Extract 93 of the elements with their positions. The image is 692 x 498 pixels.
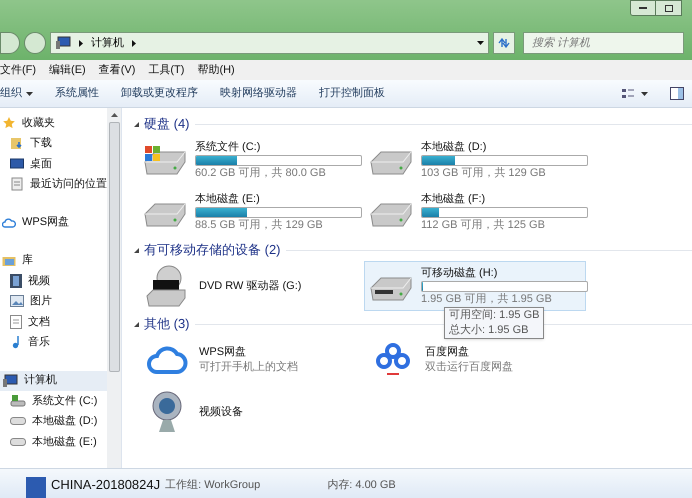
toolbar-button[interactable]: 映射网络驱动器	[220, 85, 297, 102]
toolbar-button[interactable]: 系统属性	[55, 85, 99, 102]
computer-name: CHINA-20180824J	[51, 476, 160, 494]
drive-name: 视频设备	[199, 404, 243, 420]
nav-item[interactable]: 下载	[0, 133, 107, 154]
maximize-icon	[664, 4, 672, 12]
drive-tile[interactable]: 百度网盘 双击运行百度网盘	[364, 335, 586, 385]
drive-info: 103 GB 可用，共 129 GB	[421, 166, 547, 180]
drive-info: 60.2 GB 可用，共 80.0 GB	[195, 166, 327, 180]
maximize-button[interactable]	[656, 0, 682, 16]
menu-item[interactable]: 编辑(E)	[49, 62, 86, 78]
scroll-thumb[interactable]	[108, 122, 120, 372]
memory-label: 内存: 4.00 GB	[327, 478, 396, 493]
monitor-icon	[10, 158, 24, 170]
minimize-icon	[639, 6, 647, 10]
toolbar-button[interactable]: 组织	[0, 85, 33, 102]
nav-item[interactable]: 收藏夹	[0, 113, 107, 133]
group-header[interactable]: 其他 (3)	[144, 314, 190, 334]
tooltip-line: 可用空间: 1.95 GB	[449, 308, 540, 323]
drive-icon	[10, 394, 26, 407]
nav-item[interactable]: 图片	[0, 291, 107, 312]
drive-name: DVD RW 驱动器 (G:)	[199, 278, 302, 294]
drive-info: 双击运行百度网盘	[425, 360, 513, 375]
drive-info: 88.5 GB 可用，共 129 GB	[195, 218, 324, 232]
collapse-arrow-icon[interactable]	[134, 122, 139, 126]
collapse-arrow-icon[interactable]	[134, 248, 139, 252]
address-bar[interactable]: 计算机	[50, 32, 490, 54]
nav-item[interactable]: 计算机	[0, 370, 107, 390]
collapse-arrow-icon[interactable]	[134, 322, 139, 326]
drive-tile[interactable]: 本地磁盘 (E:) 88.5 GB 可用，共 129 GB	[138, 187, 360, 237]
search-field[interactable]: 搜索 计算机	[523, 32, 684, 54]
forward-button[interactable]	[24, 32, 46, 54]
nav-item[interactable]: 音乐	[0, 332, 107, 352]
picture-icon	[10, 295, 24, 308]
drive-icon	[10, 417, 26, 426]
menu-item[interactable]: 文件(F)	[0, 62, 36, 78]
nav-item[interactable]: 视频	[0, 270, 107, 291]
back-button[interactable]	[0, 32, 20, 54]
menu-item[interactable]: 工具(T)	[148, 62, 184, 78]
nav-item[interactable]: 库	[0, 250, 107, 270]
cloud-logo-icon	[376, 342, 410, 378]
film-icon	[10, 274, 22, 288]
toolbar-button[interactable]: 打开控制面板	[319, 85, 385, 102]
drive-icon	[10, 438, 26, 446]
scrollbar[interactable]	[107, 108, 121, 468]
chevron-right-icon[interactable]	[132, 40, 136, 46]
chevron-right-icon[interactable]	[78, 40, 83, 46]
document-icon	[10, 314, 22, 329]
drive-info: 112 GB 可用，共 125 GB	[421, 218, 546, 232]
view-options-icon[interactable]	[622, 88, 648, 100]
drive-name: 本地磁盘 (F:)	[421, 192, 486, 206]
drive-tile[interactable]: 视频设备	[138, 387, 360, 437]
windows-drive-icon	[143, 144, 187, 176]
music-note-icon	[10, 335, 22, 350]
nav-item[interactable]: 系统文件 (C:)	[0, 390, 107, 411]
drive-name: 百度网盘	[425, 345, 470, 360]
group-header[interactable]: 硬盘 (4)	[144, 114, 190, 134]
nav-item[interactable]: 桌面	[0, 154, 107, 174]
nav-item[interactable]: 最近访问的位置	[0, 174, 107, 194]
nav-item[interactable]: WPS网盘	[0, 212, 107, 232]
drive-tile[interactable]: 本地磁盘 (D:) 103 GB 可用，共 129 GB	[364, 135, 586, 185]
workgroup-label: 工作组: WorkGroup	[165, 478, 260, 493]
nav-item[interactable]: 本地磁盘 (E:)	[0, 432, 107, 452]
toolbar-button[interactable]: 卸载或更改程序	[121, 85, 198, 102]
drive-info: 可打开手机上的文档	[199, 360, 298, 375]
cloud-icon	[2, 216, 16, 228]
cloud-icon	[146, 345, 188, 375]
drive-name: WPS网盘	[199, 345, 248, 360]
menu-item[interactable]: 查看(V)	[98, 62, 136, 78]
document-icon	[10, 177, 24, 192]
webcam-icon	[151, 390, 183, 434]
drive-info: 1.95 GB 可用，共 1.95 GB	[421, 292, 553, 306]
drive-name: 可移动磁盘 (H:)	[421, 266, 498, 280]
drive-name: 系统文件 (C:)	[195, 140, 262, 154]
drive-tile[interactable]: WPS网盘 可打开手机上的文档	[138, 335, 360, 385]
minimize-button[interactable]	[630, 0, 656, 16]
nav-item[interactable]: 文档	[0, 312, 107, 332]
drive-name: 本地磁盘 (E:)	[195, 192, 261, 206]
breadcrumb[interactable]: 计算机	[90, 34, 124, 52]
nav-item[interactable]: 本地磁盘 (D:)	[0, 411, 107, 432]
drive-tile[interactable]: 本地磁盘 (F:) 112 GB 可用，共 125 GB	[364, 187, 586, 237]
drive-tile[interactable]: 系统文件 (C:) 60.2 GB 可用，共 80.0 GB	[138, 135, 360, 185]
folder-icon	[2, 254, 16, 266]
caret-icon[interactable]	[477, 41, 484, 45]
refresh-button[interactable]	[493, 32, 515, 54]
refresh-icon	[497, 37, 512, 49]
preview-pane-icon[interactable]	[670, 87, 684, 100]
menu-item[interactable]: 帮助(H)	[197, 62, 235, 78]
drive-name: 本地磁盘 (D:)	[421, 140, 488, 154]
drive-tile[interactable]: DVD RW 驱动器 (G:)	[138, 261, 360, 311]
group-header[interactable]: 有可移动存储的设备 (2)	[144, 240, 280, 260]
tooltip-line: 总大小: 1.95 GB	[449, 323, 530, 338]
star-icon	[2, 116, 16, 130]
